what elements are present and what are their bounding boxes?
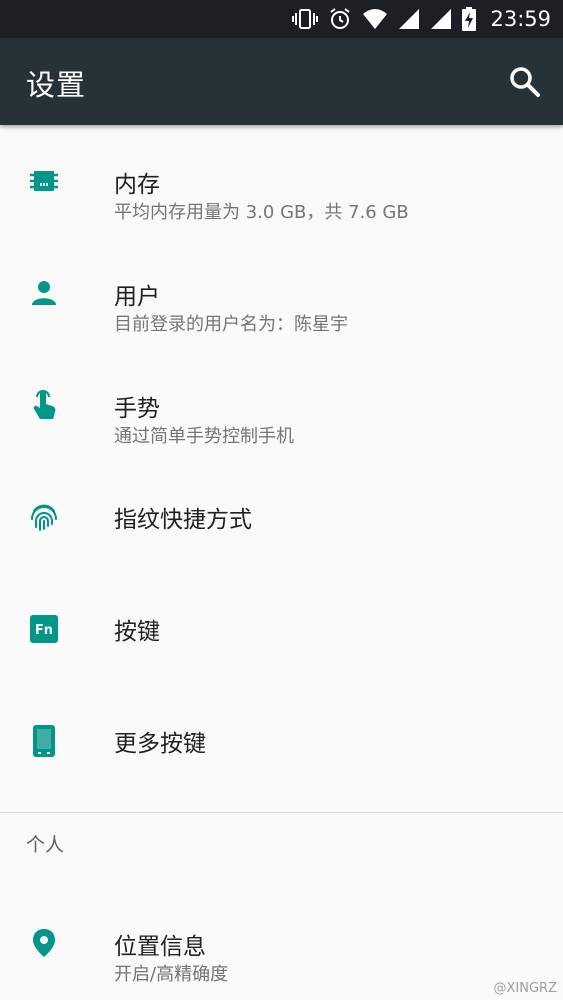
settings-item-subtitle: 通过简单手势控制手机 xyxy=(114,426,294,447)
settings-item-buttons[interactable]: Fn 按键 xyxy=(0,573,563,685)
battery-charging-icon xyxy=(462,7,477,31)
section-divider xyxy=(0,812,563,813)
settings-item-title: 位置信息 xyxy=(114,934,206,960)
fn-key-icon: Fn xyxy=(30,615,58,643)
location-pin-icon xyxy=(33,929,55,957)
section-header-personal: 个人 xyxy=(26,834,65,856)
vibrate-icon xyxy=(292,9,319,29)
settings-item-subtitle: 平均内存用量为 3.0 GB，共 7.6 GB xyxy=(114,202,409,223)
gesture-hand-icon xyxy=(33,390,56,419)
settings-item-title: 手势 xyxy=(114,396,160,422)
settings-item-users[interactable]: 用户 目前登录的用户名为：陈星宇 xyxy=(0,237,563,349)
status-bar: 23:59 xyxy=(0,0,563,38)
wifi-icon xyxy=(363,9,388,29)
settings-item-gestures[interactable]: 手势 通过简单手势控制手机 xyxy=(0,349,563,461)
fingerprint-icon xyxy=(31,504,57,531)
search-button[interactable] xyxy=(507,64,543,100)
settings-item-location[interactable]: 位置信息 开启/高精确度 xyxy=(0,887,563,999)
settings-item-subtitle: 开启/高精确度 xyxy=(114,964,229,985)
settings-item-fingerprint-shortcuts[interactable]: 指纹快捷方式 xyxy=(0,461,563,573)
settings-item-title: 用户 xyxy=(114,284,160,310)
settings-item-memory[interactable]: 内存 平均内存用量为 3.0 GB，共 7.6 GB xyxy=(0,125,563,237)
signal-icon xyxy=(431,9,452,29)
watermark: @XINGRZ xyxy=(493,981,557,996)
status-icons: 23:59 xyxy=(292,0,551,38)
settings-item-more-buttons[interactable]: 更多按键 xyxy=(0,685,563,797)
app-bar: 设置 xyxy=(0,38,563,125)
person-icon xyxy=(32,281,56,305)
search-icon xyxy=(510,67,540,97)
settings-item-title: 内存 xyxy=(114,172,160,198)
memory-chip-icon xyxy=(30,171,58,191)
phone-buttons-icon xyxy=(33,725,55,757)
status-time: 23:59 xyxy=(490,7,551,31)
settings-item-title: 按键 xyxy=(114,619,160,645)
page-title: 设置 xyxy=(26,68,87,102)
settings-item-subtitle: 目前登录的用户名为：陈星宇 xyxy=(114,314,348,335)
signal-icon xyxy=(399,9,420,29)
settings-list: 内存 平均内存用量为 3.0 GB，共 7.6 GB 用户 目前登录的用户名为：… xyxy=(0,125,563,797)
alarm-icon xyxy=(330,8,351,29)
settings-item-title: 指纹快捷方式 xyxy=(114,507,252,533)
svg-text:Fn: Fn xyxy=(35,623,53,638)
settings-item-title: 更多按键 xyxy=(114,731,206,757)
